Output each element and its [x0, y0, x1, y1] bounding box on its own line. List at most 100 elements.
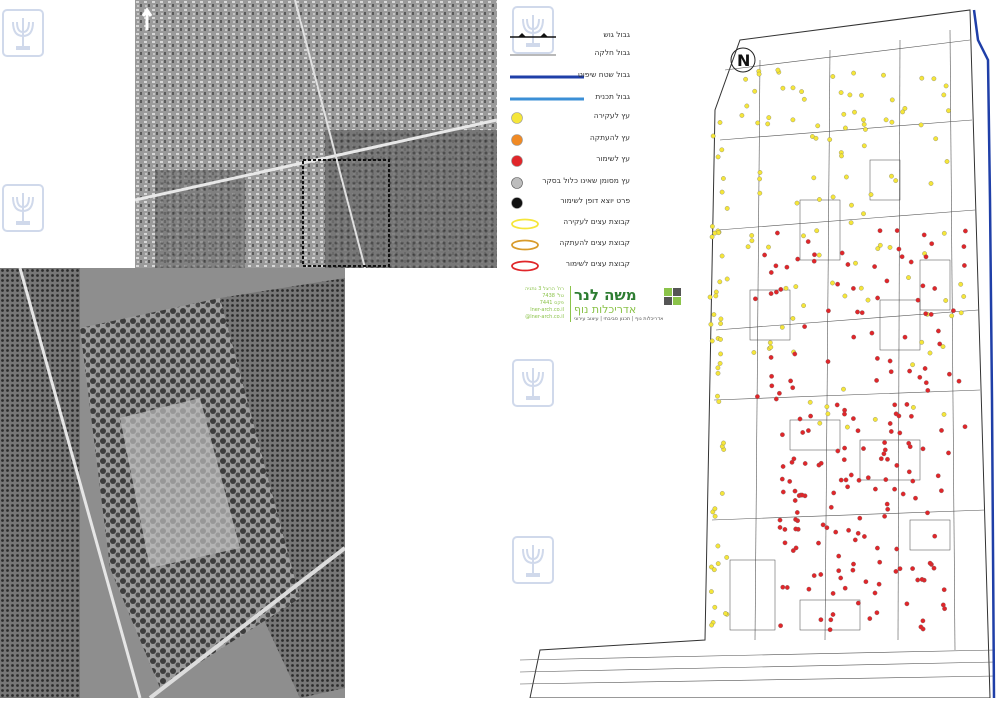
tree-marker — [943, 83, 949, 89]
tree-marker — [958, 310, 964, 316]
menorah-emblem-icon — [2, 184, 44, 232]
tree-marker — [932, 286, 938, 291]
tree-marker — [882, 513, 887, 519]
tree-marker — [920, 618, 926, 624]
tree-marker — [907, 368, 912, 374]
tree-marker — [715, 365, 721, 371]
tree-marker — [794, 510, 800, 515]
tree-marker — [806, 428, 811, 433]
tree-marker — [774, 289, 779, 295]
tree-marker — [932, 533, 938, 539]
tree-marker — [889, 97, 895, 103]
tree-marker — [885, 506, 891, 512]
tree-marker — [802, 461, 808, 466]
tree-marker — [931, 76, 937, 82]
tree-marker — [799, 89, 804, 94]
tree-marker — [851, 70, 856, 76]
tree-marker — [845, 484, 850, 490]
tree-marker — [828, 504, 834, 510]
tree-marker — [762, 252, 767, 258]
tree-marker — [788, 378, 793, 384]
tree-marker — [941, 92, 947, 98]
north-marker-label: N — [737, 51, 750, 70]
tree-marker — [757, 190, 763, 196]
tree-marker — [882, 440, 887, 445]
tree-marker — [910, 362, 915, 368]
aerial-photo-wide — [135, 0, 497, 268]
tree-marker — [928, 181, 934, 186]
tree-marker — [826, 308, 831, 314]
tree-marker — [801, 233, 806, 239]
tree-marker — [923, 380, 929, 386]
tree-marker — [842, 445, 847, 451]
tree-marker — [711, 567, 717, 573]
tree-marker — [709, 622, 714, 628]
tree-marker — [884, 501, 890, 507]
tree-marker — [943, 298, 949, 303]
tree-marker — [777, 517, 783, 523]
tree-marker — [715, 561, 721, 566]
tree-marker — [922, 366, 928, 371]
tree-marker — [715, 154, 721, 160]
tree-marker — [906, 275, 911, 280]
tree-marker — [756, 71, 762, 77]
tree-marker — [783, 285, 789, 291]
tree-marker — [944, 159, 950, 164]
tree-marker — [775, 67, 781, 73]
tree-marker — [865, 297, 871, 303]
tree-marker — [830, 74, 836, 79]
tree-marker — [845, 262, 851, 267]
tree-marker — [780, 584, 786, 590]
tree-marker — [710, 133, 716, 139]
tree-marker — [843, 125, 848, 131]
tree-marker — [790, 117, 796, 123]
tree-marker — [939, 488, 944, 494]
tree-marker — [927, 350, 933, 356]
tree-marker — [814, 228, 820, 234]
tree-marker — [721, 176, 726, 181]
tree-marker — [805, 239, 811, 244]
tree-marker — [718, 351, 723, 357]
tree-marker — [780, 432, 785, 438]
tree-marker — [868, 192, 874, 197]
tree-marker — [824, 525, 830, 531]
tree-marker — [900, 491, 906, 497]
tree-marker — [927, 560, 933, 566]
tree-marker — [923, 311, 929, 317]
tree-marker — [841, 386, 846, 392]
tree-marker — [882, 447, 888, 453]
tree-marker — [769, 373, 774, 379]
tree-marker — [766, 115, 772, 120]
tree-marker — [835, 281, 840, 287]
tree-marker — [719, 253, 725, 259]
tree-marker — [878, 456, 884, 462]
tree-marker — [768, 270, 774, 275]
tree-marker — [939, 428, 944, 433]
tree-marker — [824, 404, 830, 410]
menorah-emblem-icon — [2, 9, 44, 57]
tree-marker — [887, 421, 893, 426]
tree-marker — [839, 250, 845, 256]
tree-marker — [792, 498, 798, 503]
tree-marker — [910, 478, 916, 484]
tree-marker — [856, 477, 862, 483]
tree-marker — [842, 585, 848, 591]
tree-marker — [780, 85, 786, 91]
tree-marker — [859, 310, 865, 316]
tree-marker — [820, 522, 826, 528]
tree-marker — [919, 577, 925, 582]
tree-marker — [851, 334, 857, 340]
tree-marker — [717, 361, 723, 366]
tree-marker — [845, 424, 850, 430]
tree-marker — [818, 572, 824, 577]
tree-marker — [794, 200, 800, 206]
tree-marker — [753, 296, 758, 302]
tree-marker — [848, 472, 854, 478]
tree-marker — [874, 610, 880, 616]
tree-marker — [893, 569, 899, 574]
tree-marker — [775, 230, 780, 236]
tree-marker — [839, 153, 844, 159]
site-outline — [529, 9, 991, 699]
tree-marker — [853, 260, 858, 266]
tree-marker — [919, 75, 925, 81]
